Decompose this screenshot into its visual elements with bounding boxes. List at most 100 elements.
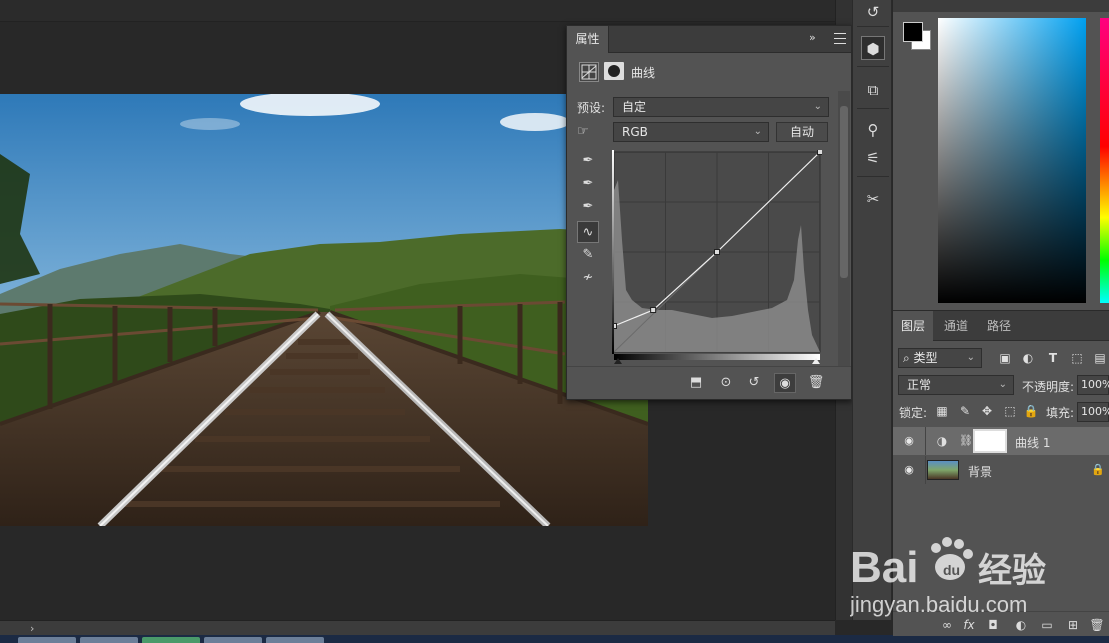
fill-input[interactable]: 100% bbox=[1077, 402, 1109, 422]
eye-icon[interactable]: ◉ bbox=[901, 433, 917, 449]
toggle-visibility-icon[interactable]: ◉ bbox=[774, 373, 796, 393]
chevron-down-icon: ⌄ bbox=[966, 352, 975, 363]
foreground-color-swatch[interactable] bbox=[903, 22, 923, 42]
tab-channels[interactable]: 通道 bbox=[935, 311, 977, 341]
taskbar-button[interactable] bbox=[266, 637, 324, 643]
opacity-input[interactable]: 100% bbox=[1077, 375, 1109, 395]
opacity-label: 不透明度: bbox=[1022, 380, 1075, 394]
os-taskbar bbox=[0, 635, 1109, 643]
document-tab-strip bbox=[0, 0, 835, 22]
tab-paths[interactable]: 路径 bbox=[979, 311, 1019, 341]
clone-source-icon[interactable]: ⧉ bbox=[861, 78, 885, 102]
canvas-image[interactable] bbox=[0, 94, 648, 526]
delete-layer-icon[interactable]: 🗑 bbox=[1087, 615, 1107, 635]
status-expand-icon[interactable]: › bbox=[30, 621, 34, 636]
layer-mask-thumbnail[interactable] bbox=[973, 429, 1007, 453]
preset-label: 预设: bbox=[577, 101, 606, 115]
curve-control-point[interactable] bbox=[817, 149, 823, 155]
taskbar-button[interactable] bbox=[204, 637, 262, 643]
preset-value: 自定 bbox=[622, 100, 647, 114]
lock-position-icon[interactable]: ✥ bbox=[978, 402, 996, 420]
lock-all-icon[interactable]: 🔒 bbox=[1022, 402, 1040, 420]
layer-mask-icon[interactable] bbox=[604, 62, 624, 80]
adjustment-layer-icon: ◑ bbox=[936, 434, 948, 448]
lock-label: 锁定: bbox=[899, 406, 928, 420]
chevron-down-icon: ⌄ bbox=[998, 379, 1007, 390]
reset-adjustment-icon[interactable]: ↺ bbox=[743, 373, 765, 393]
auto-button[interactable]: 自动 bbox=[776, 122, 828, 142]
dock-divider bbox=[857, 176, 889, 177]
search-icon: ⌕ bbox=[903, 351, 914, 365]
filter-smart-object-icon[interactable]: ▤ bbox=[1091, 349, 1109, 367]
clip-to-layer-icon[interactable]: ⬒ bbox=[685, 373, 707, 393]
lock-image-icon[interactable]: ✎ bbox=[956, 402, 974, 420]
curve-graph[interactable] bbox=[611, 149, 823, 364]
layer-name: 背景 bbox=[968, 465, 993, 479]
adjustments-sliders-icon[interactable]: ⚟ bbox=[861, 146, 885, 170]
gray-point-eyedropper-icon[interactable]: ✒ bbox=[577, 173, 599, 195]
dock-divider bbox=[857, 66, 889, 67]
brush-presets-icon[interactable]: ⚲ bbox=[861, 118, 885, 142]
taskbar-button[interactable] bbox=[18, 637, 76, 643]
filter-adjustment-icon[interactable]: ◐ bbox=[1019, 349, 1037, 367]
smooth-curve-icon[interactable]: ≁ bbox=[577, 267, 599, 289]
blend-mode-dropdown[interactable]: 正常 ⌄ bbox=[898, 375, 1014, 395]
filter-pixel-icon[interactable]: ▣ bbox=[996, 349, 1014, 367]
panel-menu-icon[interactable] bbox=[833, 29, 847, 49]
lock-icon: 🔒 bbox=[1091, 463, 1105, 476]
layer-divider bbox=[925, 456, 926, 484]
color-picker-field[interactable] bbox=[938, 18, 1086, 303]
layers-panel-tabs: 图层 通道 路径 bbox=[893, 311, 1109, 341]
properties-scroll-thumb[interactable] bbox=[840, 106, 848, 278]
white-point-eyedropper-icon[interactable]: ✒ bbox=[577, 196, 599, 218]
3d-icon[interactable]: ⬢ bbox=[861, 36, 885, 60]
layer-divider bbox=[925, 427, 926, 455]
delete-adjustment-icon[interactable]: 🗑 bbox=[805, 373, 827, 393]
chevron-down-icon: ⌄ bbox=[813, 101, 822, 112]
tab-properties[interactable]: 属性 bbox=[567, 26, 609, 53]
curve-control-point[interactable] bbox=[714, 249, 720, 255]
properties-footer: ⬒ ⊙ ↺ ◉ 🗑 bbox=[567, 366, 851, 399]
properties-panel: 属性 » 曲线 预设: 自定 ⌄ ☞ RGB ⌄ 自动 ✒ ✒ ✒ ∿ ✎ ≁ bbox=[566, 25, 852, 400]
hue-slider[interactable] bbox=[1100, 18, 1109, 303]
taskbar-button[interactable] bbox=[142, 637, 200, 643]
layer-row[interactable]: ◉ ◑ ⛓ 曲线 1 bbox=[893, 427, 1109, 455]
curve-control-point[interactable] bbox=[650, 307, 657, 313]
black-point-eyedropper-icon[interactable]: ✒ bbox=[577, 150, 599, 172]
tools-scissors-icon[interactable]: ✂ bbox=[861, 187, 885, 211]
color-panel bbox=[893, 0, 1109, 310]
fill-label: 填充: bbox=[1046, 406, 1075, 420]
adjustment-title: 曲线 bbox=[631, 66, 656, 80]
channel-value: RGB bbox=[622, 125, 648, 139]
collapse-panel-icon[interactable]: » bbox=[809, 31, 816, 44]
preset-dropdown[interactable]: 自定 ⌄ bbox=[613, 97, 829, 117]
watermark: Bai du 经验 jingyan.baidu.com bbox=[849, 520, 1070, 620]
watermark-brand: Bai bbox=[850, 543, 918, 592]
filter-shape-icon[interactable]: ⬚ bbox=[1068, 349, 1086, 367]
layer-filter-dropdown[interactable]: ⌕ 类型 ⌄ bbox=[898, 348, 982, 368]
lock-artboard-icon[interactable]: ⬚ bbox=[1001, 402, 1019, 420]
view-previous-state-icon[interactable]: ⊙ bbox=[715, 373, 737, 393]
layer-name: 曲线 1 bbox=[1015, 436, 1051, 450]
filter-type-icon[interactable]: T bbox=[1044, 349, 1062, 367]
taskbar-button[interactable] bbox=[80, 637, 138, 643]
blend-mode-value: 正常 bbox=[907, 378, 932, 392]
tab-layers[interactable]: 图层 bbox=[893, 311, 933, 341]
draw-curve-pencil-icon[interactable]: ✎ bbox=[577, 244, 599, 266]
layer-row[interactable]: ◉ 背景 🔒 bbox=[893, 456, 1109, 484]
dock-divider bbox=[857, 26, 889, 27]
chevron-down-icon: ⌄ bbox=[753, 126, 762, 137]
railway-bridge-photo bbox=[0, 94, 648, 526]
layer-filter-value: 类型 bbox=[913, 351, 938, 365]
document-status-bar: › bbox=[0, 620, 835, 635]
lock-transparency-icon[interactable]: ▦ bbox=[933, 402, 951, 420]
target-adjust-hand-icon[interactable]: ☞ bbox=[577, 122, 599, 142]
history-icon[interactable]: ↺ bbox=[861, 0, 885, 24]
edit-points-curve-icon[interactable]: ∿ bbox=[577, 221, 599, 243]
properties-panel-header: 属性 » bbox=[567, 26, 851, 53]
channel-dropdown[interactable]: RGB ⌄ bbox=[613, 122, 769, 142]
eye-icon[interactable]: ◉ bbox=[901, 462, 917, 478]
watermark-url: jingyan.baidu.com bbox=[850, 592, 1027, 617]
curves-adjustment-icon[interactable] bbox=[579, 62, 599, 82]
dock-divider bbox=[857, 108, 889, 109]
